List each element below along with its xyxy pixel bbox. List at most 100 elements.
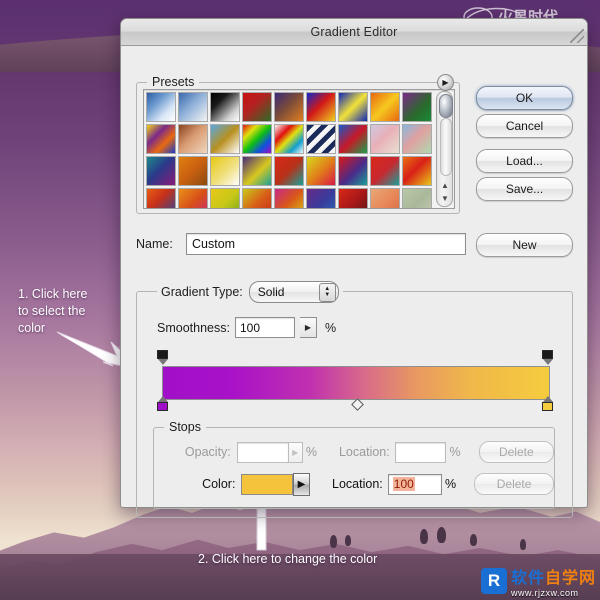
preset-swatch-copper[interactable] (178, 124, 208, 154)
preset-swatch-spectrum[interactable] (242, 124, 272, 154)
watermark-badge-icon: R (480, 568, 507, 594)
preset-swatch-grid[interactable] (144, 90, 434, 208)
preset-swatch-magenta-yellow[interactable] (274, 188, 304, 208)
smoothness-label: Smoothness: (157, 320, 230, 335)
preset-swatch-violet-blue[interactable] (306, 188, 336, 208)
preset-swatch-orange-pink[interactable] (178, 188, 208, 208)
color-location-unit: % (445, 477, 457, 491)
gradient-type-group: Gradient Type: Solid ▲ ▼ Smoothness: 100 … (136, 281, 573, 518)
smoothness-popup-icon[interactable]: ▶ (299, 317, 317, 338)
presets-scrollbar[interactable]: ▲ ▼ (436, 91, 453, 207)
cancel-button[interactable]: Cancel (476, 114, 573, 138)
new-button[interactable]: New (476, 233, 573, 257)
opacity-stop-right[interactable] (541, 350, 554, 365)
midpoint-diamond-icon[interactable] (351, 398, 364, 411)
preset-swatch-red-teal-2[interactable] (370, 156, 400, 186)
opacity-input[interactable] (236, 441, 289, 463)
preset-swatch-transparent-stripes[interactable] (306, 124, 336, 154)
opacity-unit: % (305, 445, 317, 459)
opacity-stop-left[interactable] (156, 350, 169, 365)
preset-swatch-yellow-violet-orange-blue[interactable] (146, 124, 176, 154)
scrollbar-track[interactable] (440, 118, 452, 176)
preset-swatch-orange-red-yellow[interactable] (402, 156, 432, 186)
presets-well[interactable]: ▲ ▼ (143, 89, 455, 209)
name-label: Name: (136, 237, 173, 251)
tree-icon (345, 535, 351, 546)
presets-label: Presets (147, 75, 200, 89)
preset-swatch-orange-yellow[interactable] (370, 92, 400, 122)
stepper-up-down-icon[interactable]: ▲ ▼ (318, 282, 336, 302)
preset-swatch-green-violet[interactable] (146, 156, 176, 186)
gradient-type-select[interactable]: Solid ▲ ▼ (248, 281, 339, 303)
dialog-title: Gradient Editor (310, 25, 398, 39)
preset-swatch-pastel-spectrum[interactable] (402, 124, 432, 154)
preset-swatch-red-green[interactable] (242, 92, 272, 122)
save-button[interactable]: Save... (476, 177, 573, 201)
preset-swatch-peach[interactable] (370, 188, 400, 208)
stops-label: Stops (164, 420, 206, 434)
preset-swatch-yellow-red-2[interactable] (242, 188, 272, 208)
scroll-down-arrow-icon[interactable]: ▼ (440, 193, 450, 203)
preset-swatch-black-white[interactable] (210, 92, 240, 122)
preset-swatch-violet-green[interactable] (402, 92, 432, 122)
tree-icon (330, 535, 337, 548)
scrollbar-thumb[interactable] (439, 94, 453, 118)
load-button[interactable]: Load... (476, 149, 573, 173)
watermark-bottom: R 软件自学网 www.rjzxw.com (480, 566, 596, 598)
preset-swatch-red-teal[interactable] (274, 156, 304, 186)
gradient-type-label: Gradient Type: (161, 285, 243, 299)
preset-swatch-blue-transparent[interactable] (178, 92, 208, 122)
resize-grip-icon[interactable] (570, 29, 584, 43)
preset-swatch-red-dark[interactable] (338, 188, 368, 208)
name-row: Name: Custom (136, 232, 466, 256)
watermark-bottom-text: 软件自学网 (510, 570, 596, 587)
smoothness-row: Smoothness: 100 ▶ % (157, 317, 336, 338)
color-location-label: Location: (332, 477, 383, 491)
preset-swatch-yellow-red[interactable] (306, 156, 336, 186)
preset-swatch-blue-red-yellow[interactable] (306, 92, 336, 122)
tree-icon (470, 534, 477, 546)
preset-swatch-blue-white[interactable] (146, 92, 176, 122)
color-location-value: 100 (392, 477, 415, 491)
dialog-titlebar[interactable]: Gradient Editor (121, 19, 587, 46)
color-popup-icon[interactable]: ▶ (292, 472, 311, 496)
preset-swatch-transparent-rainbow[interactable] (274, 124, 304, 154)
preset-swatch-orange-brown[interactable] (178, 156, 208, 186)
preset-swatch-yellow-white[interactable] (210, 156, 240, 186)
preset-swatch-violet-orange[interactable] (274, 92, 304, 122)
opacity-popup-icon[interactable]: ▶ (288, 441, 303, 463)
color-label: Color: (202, 477, 236, 491)
gradient-bar[interactable] (162, 366, 550, 400)
color-location-input[interactable]: 100 (387, 473, 443, 495)
presets-menu-icon[interactable]: ▶ (437, 74, 454, 91)
opacity-delete-button[interactable]: Delete (478, 441, 554, 463)
preset-swatch-pink-pastel[interactable] (370, 124, 400, 154)
opacity-stop-row: Opacity: ▶ % Location: % Delete (154, 440, 554, 464)
preset-swatch-yellow-green[interactable] (210, 188, 240, 208)
preset-swatch-violet-yellow-teal[interactable] (242, 156, 272, 186)
preset-swatch-red-violet-teal[interactable] (338, 156, 368, 186)
name-input[interactable]: Custom (186, 233, 466, 255)
preset-swatch-gold[interactable] (210, 124, 240, 154)
color-stop-right[interactable] (541, 396, 554, 411)
color-stop-left[interactable] (156, 396, 169, 411)
annotation-step-1-line: to select the (18, 304, 86, 318)
smoothness-input[interactable]: 100 (234, 317, 295, 338)
scroll-up-arrow-icon[interactable]: ▲ (440, 180, 450, 190)
gradient-preview-area[interactable] (155, 350, 555, 412)
preset-swatch-sage[interactable] (402, 188, 432, 208)
annotation-step-2: 2. Click here to change the color (198, 552, 378, 566)
preset-swatch-blue-yellow-blue[interactable] (338, 92, 368, 122)
preset-swatch-blue-red-green[interactable] (338, 124, 368, 154)
ok-button[interactable]: OK (476, 86, 573, 110)
color-stop-row: Color: ▶ Location: 100 % Delete (154, 472, 555, 496)
smoothness-unit: % (324, 320, 337, 335)
gradient-editor-dialog: Gradient Editor Presets ▲ ▼ ▶ OK Cancel … (120, 18, 588, 518)
color-swatch[interactable] (241, 473, 293, 495)
watermark-bottom-url: www.rjzxw.com (510, 588, 579, 598)
annotation-step-1-line: 1. Click here (18, 287, 88, 301)
preset-swatch-orange-blue[interactable] (146, 188, 176, 208)
color-delete-button[interactable]: Delete (474, 473, 555, 495)
tree-icon (437, 527, 446, 543)
opacity-location-input[interactable] (394, 441, 447, 463)
